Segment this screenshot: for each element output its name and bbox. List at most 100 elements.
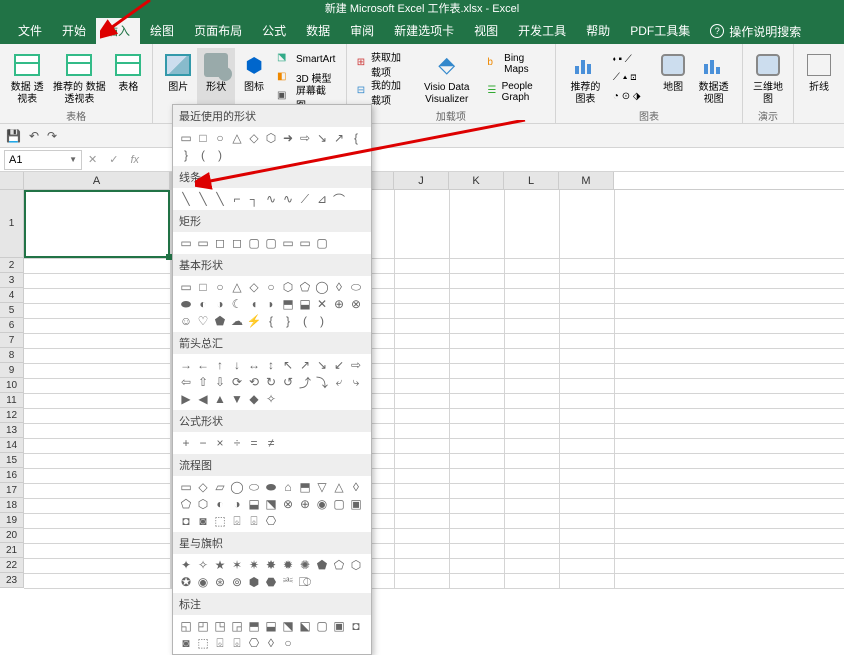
shape-item[interactable]: } (179, 148, 193, 162)
shape-item[interactable]: ⤷ (349, 375, 363, 389)
shape-item[interactable]: ↑ (213, 358, 227, 372)
shape-item[interactable]: ⬬ (179, 297, 193, 311)
shape-item[interactable]: ▭ (179, 280, 193, 294)
shape-item[interactable]: ⌺ (213, 636, 227, 650)
shape-item[interactable]: ≠ (264, 436, 278, 450)
map-chart-button[interactable]: 地图 (655, 48, 691, 108)
shape-item[interactable]: ⬟ (213, 314, 227, 328)
shape-item[interactable]: ◘ (179, 514, 193, 528)
people-graph-button[interactable]: ☰People Graph (487, 83, 545, 101)
shape-item[interactable]: ⬓ (264, 619, 278, 633)
shape-item[interactable]: + (179, 436, 193, 450)
shape-item[interactable]: ⬠ (332, 558, 346, 572)
shape-item[interactable]: ◗ (264, 297, 278, 311)
row-header-16[interactable]: 16 (0, 468, 24, 483)
shape-item[interactable]: □ (196, 280, 210, 294)
shape-item[interactable]: ⬓ (247, 497, 261, 511)
chart-type-3[interactable]: ◔ ⊙ ⬗ (613, 88, 651, 106)
shape-item[interactable]: ⇩ (213, 375, 227, 389)
shape-item[interactable]: ) (315, 314, 329, 328)
shape-item[interactable]: ⌂ (281, 480, 295, 494)
undo-icon[interactable]: ↶ (29, 129, 39, 143)
shape-item[interactable]: ╲ (213, 192, 227, 206)
row-header-2[interactable]: 2 (0, 258, 24, 273)
cancel-icon[interactable]: ✕ (88, 153, 97, 166)
shape-item[interactable]: ⎄ (298, 575, 312, 589)
shape-item[interactable]: ✹ (281, 558, 295, 572)
shape-item[interactable]: ⇨ (349, 358, 363, 372)
shape-item[interactable]: ⬟ (315, 558, 329, 572)
shape-item[interactable]: ⬔ (281, 619, 295, 633)
shape-item[interactable]: ▽ (315, 480, 329, 494)
shape-item[interactable]: ∿ (281, 192, 295, 206)
shape-item[interactable]: ○ (281, 636, 295, 650)
shape-item[interactable]: ⟋ (298, 192, 312, 206)
shape-item[interactable]: ▭ (298, 236, 312, 250)
shape-item[interactable]: ☁ (230, 314, 244, 328)
shape-item[interactable]: ⬡ (196, 497, 210, 511)
row-header-6[interactable]: 6 (0, 318, 24, 333)
shape-item[interactable]: ◑ (213, 297, 227, 311)
shape-item[interactable]: ↺ (281, 375, 295, 389)
tab-help[interactable]: 帮助 (576, 18, 620, 44)
shape-item[interactable]: ▭ (179, 480, 193, 494)
shape-item[interactable]: ⟳ (230, 375, 244, 389)
row-header-11[interactable]: 11 (0, 393, 24, 408)
shape-item[interactable]: ▱ (213, 480, 227, 494)
row-header-21[interactable]: 21 (0, 543, 24, 558)
shape-item[interactable]: = (247, 436, 261, 450)
shape-item[interactable]: ▢ (247, 236, 261, 250)
row-header-7[interactable]: 7 (0, 333, 24, 348)
shape-item[interactable]: ⬭ (349, 280, 363, 294)
shape-item[interactable]: ▢ (315, 619, 329, 633)
name-box[interactable]: A1 ▼ (4, 150, 82, 170)
shape-item[interactable]: ◉ (315, 497, 329, 511)
row-header-12[interactable]: 12 (0, 408, 24, 423)
shape-item[interactable]: ▢ (332, 497, 346, 511)
shape-item[interactable]: ⊛ (213, 575, 227, 589)
shape-item[interactable]: ╲ (196, 192, 210, 206)
visio-button[interactable]: ⬘Visio Data Visualizer (410, 48, 483, 108)
shape-item[interactable]: ◙ (196, 514, 210, 528)
shape-item[interactable]: ◐ (213, 497, 227, 511)
shape-item[interactable]: ∿ (264, 192, 278, 206)
shape-item[interactable]: ▼ (230, 392, 244, 406)
shape-item[interactable]: ◱ (179, 619, 193, 633)
shape-item[interactable]: ◯ (230, 480, 244, 494)
shape-item[interactable]: △ (332, 480, 346, 494)
shape-item[interactable]: ↙ (332, 358, 346, 372)
redo-icon[interactable]: ↷ (47, 129, 57, 143)
shape-item[interactable]: ⊕ (298, 497, 312, 511)
shape-item[interactable]: ♡ (196, 314, 210, 328)
my-addins-button[interactable]: ⊟我的加载项 (357, 83, 406, 101)
recommended-pivot-button[interactable]: 推荐的 数据透视表 (48, 48, 110, 108)
shape-item[interactable]: ⬢ (247, 575, 261, 589)
shape-item[interactable]: ⎔ (247, 636, 261, 650)
shape-item[interactable]: ⌺ (230, 514, 244, 528)
pivot-table-button[interactable]: 数据 透视表 (6, 48, 48, 108)
shape-item[interactable]: ◲ (230, 619, 244, 633)
shape-item[interactable]: ↕ (264, 358, 278, 372)
shapes-button[interactable]: 形状 (197, 48, 235, 108)
shape-item[interactable]: ⌐ (230, 192, 244, 206)
shape-item[interactable]: × (213, 436, 227, 450)
screenshot-button[interactable]: ▣屏幕截图 (277, 88, 336, 106)
shape-item[interactable]: ◉ (196, 575, 210, 589)
shape-item[interactable]: ⎔ (264, 514, 278, 528)
tab-newtab[interactable]: 新建选项卡 (384, 18, 464, 44)
shape-item[interactable]: ⊗ (349, 297, 363, 311)
shape-item[interactable]: ☾ (230, 297, 244, 311)
shape-item[interactable]: ⟲ (247, 375, 261, 389)
shape-item[interactable]: ⬔ (264, 497, 278, 511)
recommended-charts-button[interactable]: 推荐的 图表 (562, 48, 609, 108)
tab-dev[interactable]: 开发工具 (508, 18, 576, 44)
tab-layout[interactable]: 页面布局 (184, 18, 252, 44)
shape-item[interactable]: ▭ (179, 236, 193, 250)
shape-item[interactable]: ☺ (179, 314, 193, 328)
shape-item[interactable]: ✕ (315, 297, 329, 311)
shape-item[interactable]: ▣ (349, 497, 363, 511)
tab-formulas[interactable]: 公式 (252, 18, 296, 44)
shape-item[interactable]: ▭ (281, 236, 295, 250)
shape-item[interactable]: ◆ (247, 392, 261, 406)
tell-me[interactable]: ? 操作说明搜索 (710, 23, 801, 40)
